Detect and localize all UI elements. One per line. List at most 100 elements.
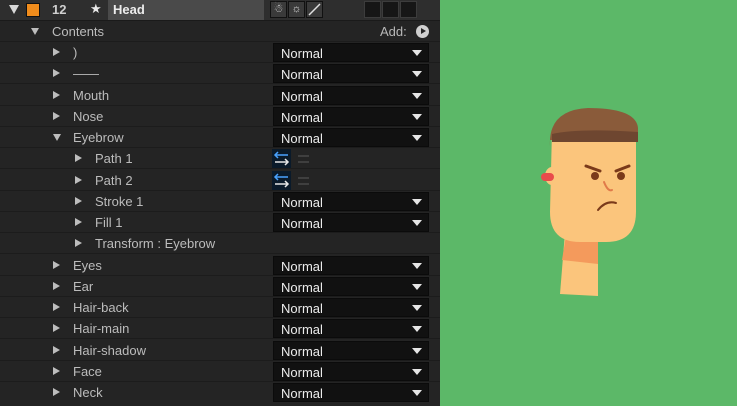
expanded-twirl-icon[interactable] <box>53 134 61 141</box>
blend-mode-value: Normal <box>281 110 323 125</box>
dropdown-arrow-icon <box>412 348 422 354</box>
blend-mode-select[interactable]: Normal <box>273 383 429 402</box>
list-item[interactable]: ) Normal <box>0 42 440 63</box>
group-name: Nose <box>73 109 104 124</box>
dropdown-arrow-icon <box>412 369 422 375</box>
property-name: Fill 1 <box>95 215 123 230</box>
add-menu-icon[interactable] <box>416 25 429 38</box>
group-name: Eyes <box>73 258 102 273</box>
path-reverse-icon[interactable] <box>295 172 312 189</box>
group-name: Face <box>73 364 102 379</box>
layer-name[interactable]: Head <box>108 0 264 20</box>
face-shape <box>550 130 636 242</box>
blend-mode-value: Normal <box>281 365 323 380</box>
blend-mode-select[interactable]: Normal <box>273 341 429 360</box>
group-name: —— <box>73 66 99 81</box>
list-item[interactable]: Eyebrow Normal <box>0 127 440 148</box>
collapsed-twirl-icon[interactable] <box>75 197 82 205</box>
dropdown-arrow-icon <box>412 199 422 205</box>
blend-mode-select[interactable]: Normal <box>273 64 429 83</box>
property-name: Stroke 1 <box>95 194 144 209</box>
blend-mode-select[interactable]: Normal <box>273 213 429 232</box>
shy-switch-icon[interactable]: ☃ <box>270 1 287 18</box>
collapsed-twirl-icon[interactable] <box>75 154 82 162</box>
group-name: Neck <box>73 385 103 400</box>
list-item[interactable]: Path 2 <box>0 170 440 191</box>
blend-mode-select[interactable]: Normal <box>273 43 429 62</box>
collapsed-twirl-icon[interactable] <box>53 69 60 77</box>
list-item[interactable]: Eyes Normal <box>0 255 440 276</box>
list-item[interactable]: Neck Normal <box>0 382 440 403</box>
collapsed-twirl-icon[interactable] <box>53 324 60 332</box>
list-item[interactable]: Hair-shadow Normal <box>0 340 440 361</box>
list-item[interactable]: Hair-back Normal <box>0 297 440 318</box>
collapsed-twirl-icon[interactable] <box>75 239 82 247</box>
expanded-twirl-icon[interactable] <box>31 28 39 35</box>
group-name: Ear <box>73 279 94 294</box>
group-name: Mouth <box>73 88 110 103</box>
frame-blending-switch-box[interactable] <box>382 1 399 18</box>
collapsed-twirl-icon[interactable] <box>53 48 60 56</box>
blend-mode-select[interactable]: Normal <box>273 319 429 338</box>
blend-mode-select[interactable]: Normal <box>273 192 429 211</box>
blend-mode-select[interactable]: Normal <box>273 298 429 317</box>
collapsed-twirl-icon[interactable] <box>53 303 60 311</box>
blend-mode-select[interactable]: Normal <box>273 107 429 126</box>
eye-left-shape <box>591 172 599 180</box>
collapsed-twirl-icon[interactable] <box>53 282 60 290</box>
dropdown-arrow-icon <box>412 305 422 311</box>
blend-mode-select[interactable]: Normal <box>273 362 429 381</box>
dropdown-arrow-icon <box>412 220 422 226</box>
list-item[interactable]: Hair-main Normal <box>0 318 440 339</box>
blend-mode-select[interactable]: Normal <box>273 256 429 275</box>
dropdown-arrow-icon <box>412 135 422 141</box>
blend-mode-select[interactable]: Normal <box>273 86 429 105</box>
list-item[interactable]: —— Normal <box>0 63 440 84</box>
quality-switch-icon[interactable] <box>306 1 323 18</box>
layer-header-row[interactable]: 12 ★ Head ☃ ☼ <box>0 0 440 21</box>
path-reverse-icon[interactable] <box>295 150 312 167</box>
collapsed-twirl-icon[interactable] <box>53 367 60 375</box>
list-item[interactable]: Ear Normal <box>0 276 440 297</box>
path-direction-icon[interactable] <box>272 149 291 168</box>
add-label: Add: <box>380 24 407 39</box>
motion-blur-switch-box[interactable] <box>400 1 417 18</box>
list-item[interactable]: Stroke 1 Normal <box>0 191 440 212</box>
collapsed-twirl-icon[interactable] <box>53 91 60 99</box>
eye-right-shape <box>617 172 625 180</box>
blush-shape <box>541 173 554 181</box>
collapse-twirl-icon[interactable] <box>9 5 19 14</box>
contents-row[interactable]: Contents Add: <box>0 21 440 42</box>
character-head-illustration <box>541 108 638 296</box>
blend-mode-value: Normal <box>281 46 323 61</box>
blend-mode-value: Normal <box>281 89 323 104</box>
dropdown-arrow-icon <box>412 263 422 269</box>
list-item[interactable]: Transform : Eyebrow <box>0 233 440 254</box>
blend-mode-select[interactable]: Normal <box>273 128 429 147</box>
collapsed-twirl-icon[interactable] <box>75 176 82 184</box>
collapsed-twirl-icon[interactable] <box>53 261 60 269</box>
dropdown-arrow-icon <box>412 390 422 396</box>
list-item[interactable]: Path 1 <box>0 148 440 169</box>
collapse-transform-switch-icon[interactable]: ☼ <box>288 1 305 18</box>
blend-mode-value: Normal <box>281 322 323 337</box>
collapsed-twirl-icon[interactable] <box>53 346 60 354</box>
effects-switch-box[interactable] <box>364 1 381 18</box>
list-item[interactable]: Nose Normal <box>0 106 440 127</box>
collapsed-twirl-icon[interactable] <box>53 388 60 396</box>
blend-mode-select[interactable]: Normal <box>273 277 429 296</box>
dropdown-arrow-icon <box>412 114 422 120</box>
path-direction-icon[interactable] <box>272 171 291 190</box>
blend-mode-value: Normal <box>281 195 323 210</box>
collapsed-twirl-icon[interactable] <box>53 112 60 120</box>
group-name: ) <box>73 45 78 60</box>
list-item[interactable]: Face Normal <box>0 361 440 382</box>
list-item[interactable]: Fill 1 Normal <box>0 212 440 233</box>
property-name: Transform : Eyebrow <box>95 236 216 251</box>
collapsed-twirl-icon[interactable] <box>75 218 82 226</box>
path-name: Path 1 <box>95 151 133 166</box>
blend-mode-value: Normal <box>281 259 323 274</box>
composition-viewer[interactable] <box>440 0 737 406</box>
layer-label-color-swatch[interactable] <box>26 3 40 17</box>
list-item[interactable]: Mouth Normal <box>0 85 440 106</box>
